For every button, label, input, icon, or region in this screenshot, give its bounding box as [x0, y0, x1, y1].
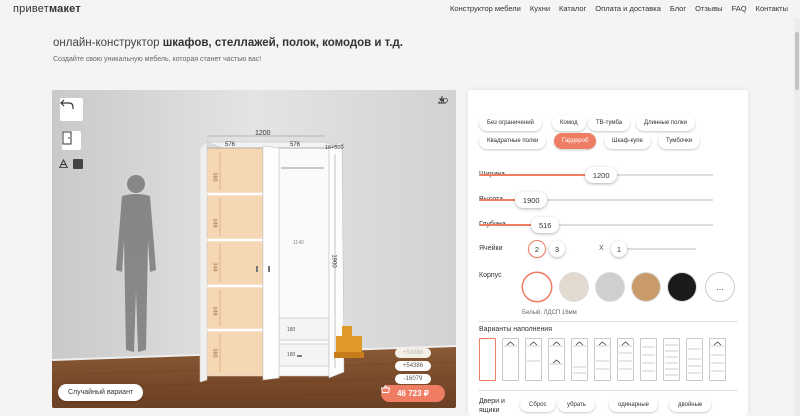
doors-reset-button[interactable]: Сброс — [520, 397, 556, 412]
nav-item-blog[interactable]: Блог — [670, 4, 686, 13]
dim-width-right: 576 — [290, 142, 301, 148]
door-icon — [62, 131, 72, 145]
dim-section-3: 348 — [211, 262, 218, 272]
cells-label: Ячейки — [479, 245, 503, 252]
filling-option[interactable] — [640, 338, 657, 381]
type-tag-tv-stand[interactable]: ТВ-тумба — [588, 115, 631, 131]
price-hint-pill: +54386 — [395, 361, 431, 371]
body-color-black[interactable] — [668, 273, 696, 301]
type-tag-nightstands[interactable]: Тумбочки — [658, 133, 701, 149]
filling-option[interactable] — [571, 338, 588, 381]
page-subtitle: Создайте свою уникальную мебель, которая… — [53, 56, 262, 63]
price-hint-pill: -16079 — [395, 374, 431, 384]
basket-icon — [381, 385, 390, 393]
nav-item-catalog[interactable]: Каталог — [559, 4, 586, 13]
cells-option-3[interactable]: 3 — [549, 241, 565, 257]
dim-section-4: 348 — [211, 306, 218, 316]
wardrobe-model — [199, 141, 345, 383]
options-panel: Без ограничений Комод ТВ-тумба Длинные п… — [468, 90, 748, 416]
dim-width-left: 576 — [225, 142, 236, 148]
toggle-doors-button[interactable] — [61, 130, 82, 151]
width-slider-fill — [480, 174, 602, 176]
divider — [478, 390, 738, 391]
body-color-white[interactable] — [523, 273, 551, 301]
dim-right-lower: 180 — [287, 327, 296, 333]
scene-render — [52, 90, 456, 408]
nav-item-payment[interactable]: Оплата и доставка — [595, 4, 661, 13]
height-slider-knob[interactable]: 1900 — [515, 192, 548, 208]
divider — [478, 321, 738, 322]
view-3d-toggle[interactable]: 3D — [438, 96, 448, 105]
nav-item-kitchens[interactable]: Кухни — [530, 4, 550, 13]
depth-slider-track[interactable] — [480, 224, 713, 226]
filling-label: Варианты наполнения — [479, 326, 553, 333]
type-tag-dresser[interactable]: Комод — [552, 115, 586, 131]
cells-count-knob[interactable]: 1 — [611, 241, 627, 257]
nav-item-constructor[interactable]: Конструктор мебели — [450, 4, 521, 13]
header: приветмакет Конструктор мебели Кухни Кат… — [0, 0, 800, 16]
dim-depth: 16+500 — [325, 145, 344, 151]
depth-slider-knob[interactable]: 516 — [531, 217, 560, 233]
body-color-caption: Белый. ЛДСП 16мм — [522, 310, 577, 316]
filling-option[interactable] — [686, 338, 703, 381]
scroll-thumb[interactable] — [795, 32, 799, 90]
type-tag-unrestricted[interactable]: Без ограничений — [479, 115, 542, 131]
nav-item-contacts[interactable]: Контакты — [756, 4, 788, 13]
undo-icon — [60, 99, 74, 109]
dim-height-total: 1900 — [330, 254, 337, 268]
type-tag-sliding-wardrobe[interactable]: Шкаф-купе — [604, 133, 651, 149]
filling-option[interactable] — [502, 338, 519, 381]
filling-option[interactable] — [709, 338, 726, 381]
page-title: онлайн-конструктор шкафов, стеллажей, по… — [53, 37, 403, 49]
more-colors-button[interactable]: ... — [706, 273, 734, 301]
main-nav: Конструктор мебели Кухни Каталог Оплата … — [450, 4, 788, 13]
logo[interactable]: приветмакет — [13, 3, 81, 15]
filling-option[interactable] — [548, 338, 565, 381]
filling-option[interactable] — [617, 338, 634, 381]
download-icon — [438, 96, 447, 104]
dim-section-2: 348 — [211, 218, 218, 228]
dim-right-bottom: 180 — [287, 352, 296, 358]
doors-remove-button[interactable]: убрать — [558, 397, 595, 412]
undo-button[interactable] — [59, 97, 84, 122]
texture-toggle-icon[interactable] — [73, 159, 83, 169]
dim-section-5: 380 — [211, 348, 218, 358]
body-color-grey[interactable] — [596, 273, 624, 301]
filling-option[interactable] — [594, 338, 611, 381]
filling-option[interactable] — [525, 338, 542, 381]
dim-width-total: 1200 — [255, 130, 271, 137]
price-hint-pill: +54386 — [395, 348, 431, 358]
body-label: Корпус — [479, 272, 502, 279]
filling-option[interactable] — [479, 338, 496, 381]
doors-double-button[interactable]: двойные — [669, 397, 712, 412]
filling-option[interactable] — [663, 338, 680, 381]
cells-option-2[interactable]: 2 — [529, 241, 545, 257]
dimensions-toggle-icon[interactable] — [59, 159, 70, 170]
random-variant-button[interactable]: Случайный вариант — [58, 384, 144, 401]
doors-single-button[interactable]: одинарные — [609, 397, 659, 412]
type-tag-long-shelves[interactable]: Длинные полки — [636, 115, 695, 131]
cells-multiply-sign: X — [599, 245, 604, 252]
doors-label: Двери и ящики — [479, 398, 505, 414]
type-tag-square-shelves[interactable]: Квадратные полки — [479, 133, 547, 149]
dim-section-1: 380 — [211, 172, 218, 182]
nav-item-reviews[interactable]: Отзывы — [695, 4, 722, 13]
type-tag-wardrobe[interactable]: Гардероб — [554, 133, 597, 149]
body-color-beige[interactable] — [560, 273, 588, 301]
body-color-oak[interactable] — [632, 273, 660, 301]
configurator-canvas[interactable]: 1200 576 576 16+500 1900 380 348 348 348… — [52, 90, 456, 408]
dim-right-section: 1140 — [293, 240, 304, 246]
nav-item-faq[interactable]: FAQ — [732, 4, 747, 13]
page-scrollbar[interactable] — [794, 18, 800, 416]
width-slider-knob[interactable]: 1200 — [585, 167, 618, 183]
add-to-cart-button[interactable]: 46 723 ₽ — [381, 385, 445, 402]
price-value: 46 723 ₽ — [397, 389, 429, 398]
